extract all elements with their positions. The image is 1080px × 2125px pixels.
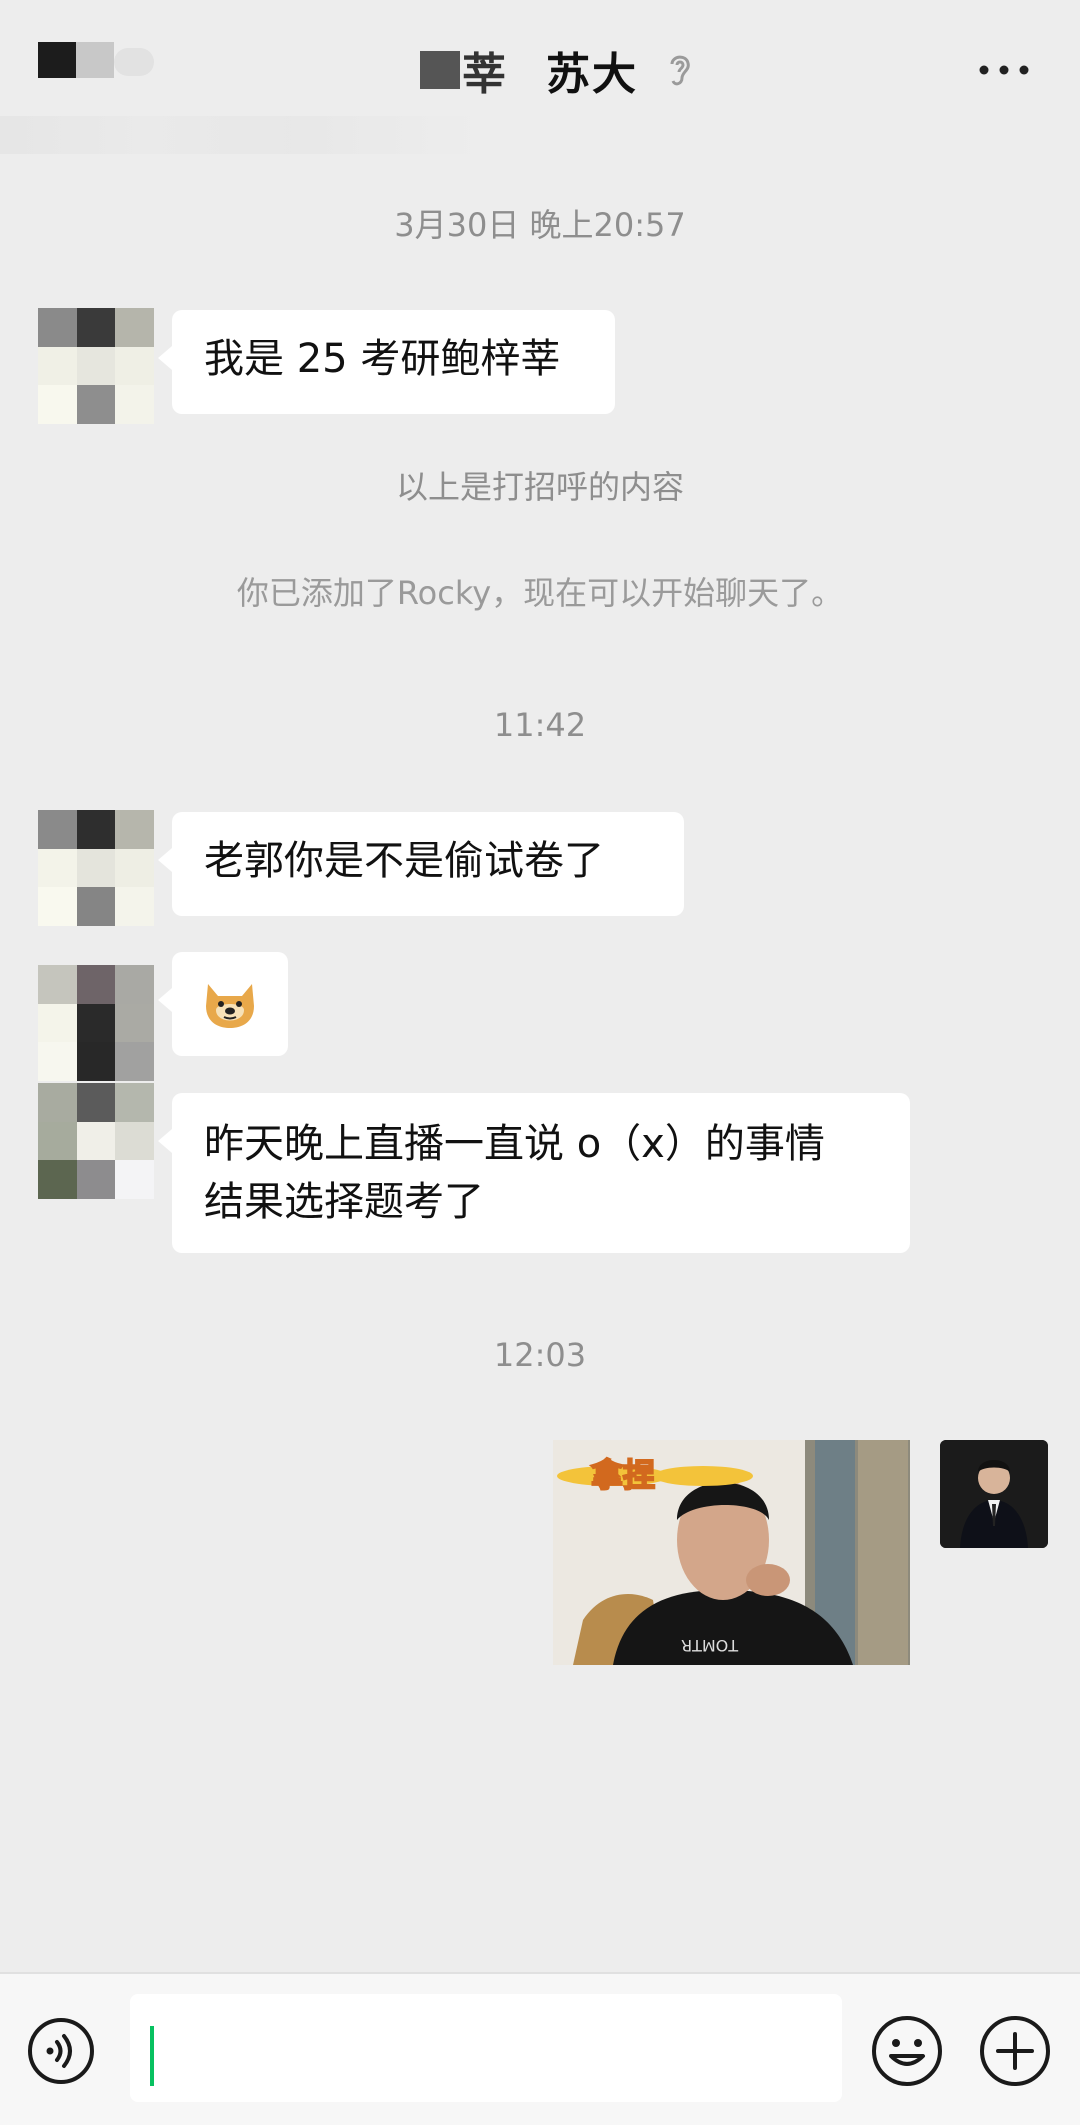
self-avatar-photo xyxy=(940,1440,1048,1548)
text-caret xyxy=(150,2026,154,2086)
timestamp: 11:42 xyxy=(493,706,587,744)
plus-icon[interactable] xyxy=(978,2014,1052,2088)
voice-icon[interactable] xyxy=(26,2016,96,2086)
sticker-caption: 拿捏 xyxy=(590,1455,656,1495)
emoji-icon[interactable] xyxy=(870,2014,944,2088)
chat-header: 莘 苏大 xyxy=(0,0,1080,154)
message-input[interactable] xyxy=(130,1994,842,2102)
system-note-added: 你已添加了Rocky，现在可以开始聊天了。 xyxy=(236,574,844,612)
message-text-line: 昨天晚上直播一直说 o（x）的事情 xyxy=(204,1121,825,1167)
header-blur-strip xyxy=(0,116,480,154)
timestamp: 3月30日 晚上20:57 xyxy=(394,206,686,244)
more-icon[interactable] xyxy=(978,60,1030,80)
timestamp: 12:03 xyxy=(493,1336,587,1374)
sent-image-message[interactable]: 拿捏 TOMTR xyxy=(553,1440,910,1665)
title-name-fragment: 莘 xyxy=(462,49,508,100)
doge-emoji-icon xyxy=(206,984,254,1028)
title-mosaic xyxy=(420,51,460,89)
system-note-greeting: 以上是打招呼的内容 xyxy=(395,468,684,506)
contact-avatar[interactable] xyxy=(38,308,154,424)
back-button-blurred[interactable] xyxy=(38,42,156,78)
input-bar xyxy=(0,1972,1080,2125)
title-text: 苏大 xyxy=(546,49,638,100)
message-bubble[interactable]: 昨天晚上直播一直说 o（x）的事情 结果选择题考了 xyxy=(158,1093,910,1253)
message-bubble-greeting[interactable]: 我是 25 考研鲍梓莘 xyxy=(158,310,615,414)
chat-title: 莘 苏大 xyxy=(420,40,694,100)
shirt-text: TOMTR xyxy=(681,1636,739,1655)
contact-avatar[interactable] xyxy=(38,810,154,926)
message-text: 我是 25 考研鲍梓莘 xyxy=(204,336,561,382)
sticker-bubble[interactable] xyxy=(158,952,288,1056)
message-text-line: 结果选择题考了 xyxy=(204,1179,484,1225)
contact-avatar[interactable] xyxy=(38,965,154,1081)
self-avatar[interactable] xyxy=(940,1440,1048,1548)
message-text: 老郭你是不是偷试卷了 xyxy=(204,838,604,884)
message-bubble[interactable]: 老郭你是不是偷试卷了 xyxy=(158,812,684,916)
contact-avatar[interactable] xyxy=(38,1083,154,1199)
ear-icon xyxy=(670,55,690,86)
